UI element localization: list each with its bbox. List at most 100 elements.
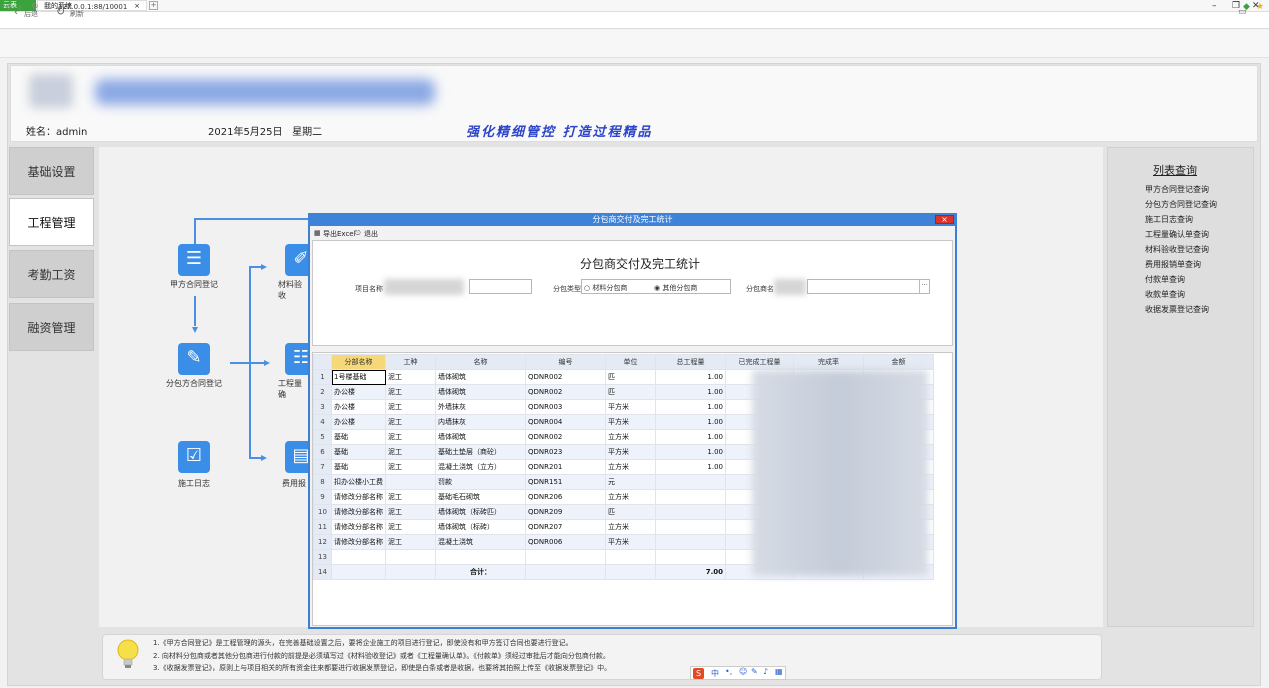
radio-other-subcontractor[interactable]: ◉ 其他分包商 [654, 283, 697, 293]
cell-code[interactable]: QDNR002 [525, 384, 606, 400]
cell-name[interactable]: 墙体砌筑 [435, 384, 526, 400]
cell-total-qty[interactable]: 1.00 [655, 399, 726, 415]
cell-unit[interactable]: 平方米 [605, 534, 656, 550]
flow-label[interactable]: 分包方合同登记 [158, 378, 230, 389]
cell-part[interactable]: 办公楼 [331, 399, 386, 415]
cell-name[interactable]: 罚款 [435, 474, 526, 490]
column-header[interactable]: 单位 [605, 354, 656, 370]
cell-unit[interactable] [605, 549, 656, 565]
export-excel-icon[interactable]: ▦ [314, 229, 321, 237]
query-link[interactable]: 施工日志查询 [1145, 214, 1193, 225]
cell-total-qty[interactable]: 1.00 [655, 444, 726, 460]
query-link[interactable]: 工程量确认单查询 [1145, 229, 1209, 240]
sogou-icon[interactable]: S [693, 668, 704, 679]
column-header[interactable]: 金额 [863, 354, 934, 370]
project-name-input[interactable] [469, 279, 532, 294]
cell-unit[interactable]: 立方米 [605, 429, 656, 445]
cell-work[interactable]: 泥工 [385, 504, 436, 520]
refresh-icon[interactable]: ↻ [56, 5, 65, 18]
refresh-button[interactable]: 刷新 [70, 9, 84, 19]
cell-total-qty[interactable]: 1.00 [655, 414, 726, 430]
query-link[interactable]: 费用报销单查询 [1145, 259, 1201, 270]
ime-grid-icon[interactable]: ▦ [775, 667, 783, 676]
query-link[interactable]: 收款单查询 [1145, 289, 1185, 300]
cell-unit[interactable]: 匹 [605, 369, 656, 385]
cell-name[interactable]: 混凝土浇筑（立方） [435, 459, 526, 475]
cell-code[interactable] [525, 564, 606, 580]
query-link[interactable]: 收据发票登记查询 [1145, 304, 1209, 315]
back-arrow-icon[interactable]: ‹ [14, 7, 18, 18]
cell-work[interactable]: 泥工 [385, 489, 436, 505]
column-header[interactable]: 分部名称 [331, 354, 386, 370]
cell-total-qty[interactable] [655, 489, 726, 505]
cell-name[interactable]: 墙体砌筑（标砖匹） [435, 504, 526, 520]
query-link[interactable]: 甲方合同登记查询 [1145, 184, 1209, 195]
ime-punct-icon[interactable]: •, [725, 667, 732, 676]
sidebar-item-attendance-salary[interactable]: 考勤工资 [9, 250, 94, 298]
column-header[interactable]: 工种 [385, 354, 436, 370]
cell-work[interactable]: 泥工 [385, 369, 436, 385]
sidebar-item-finance[interactable]: 融资管理 [9, 303, 94, 351]
cell-code[interactable]: QDNR004 [525, 414, 606, 430]
bookmark-star-icon[interactable]: ★ [1256, 2, 1264, 12]
cell-code[interactable]: QDNR201 [525, 459, 606, 475]
dialog-close-button[interactable]: × [935, 215, 954, 224]
home-icon[interactable]: ⌂ [44, 2, 50, 12]
cell-code[interactable]: QDNR206 [525, 489, 606, 505]
cell-unit[interactable]: 立方米 [605, 489, 656, 505]
flow-label[interactable]: 材料验收 [278, 279, 308, 301]
cell-work[interactable]: 泥工 [385, 414, 436, 430]
cell-total-qty[interactable] [655, 519, 726, 535]
cell-total-qty[interactable]: 7.00 [655, 564, 726, 580]
flow-label[interactable]: 甲方合同登记 [162, 279, 226, 290]
cell-unit[interactable]: 立方米 [605, 459, 656, 475]
cell-name[interactable]: 基础土垫层（商砼） [435, 444, 526, 460]
subcontract-register-icon[interactable]: ✎ [178, 343, 210, 375]
cell-part[interactable]: 基础 [331, 429, 386, 445]
cell-code[interactable]: QDNR002 [525, 429, 606, 445]
cell-work[interactable] [385, 564, 436, 580]
cell-name[interactable]: 合计： [435, 564, 526, 580]
sidebar-item-basic-settings[interactable]: 基础设置 [9, 147, 94, 195]
cell-work[interactable]: 泥工 [385, 519, 436, 535]
cell-total-qty[interactable] [655, 474, 726, 490]
display-icon[interactable]: ▭ [1238, 7, 1247, 17]
cell-name[interactable]: 墙体砌筑（标砖） [435, 519, 526, 535]
construction-log-icon[interactable]: ☑ [178, 441, 210, 473]
cell-part[interactable]: 1号楼基础 [331, 369, 386, 385]
cell-unit[interactable]: 平方米 [605, 399, 656, 415]
cell-part[interactable]: 办公楼 [331, 414, 386, 430]
ime-chinese-mode[interactable]: 中 [711, 668, 719, 679]
back-icon[interactable]: ‹ [6, 2, 10, 13]
cell-unit[interactable]: 元 [605, 474, 656, 490]
exit-button[interactable]: 退出 [364, 229, 378, 239]
cell-code[interactable]: QDNR207 [525, 519, 606, 535]
cell-name[interactable]: 墙体砌筑 [435, 369, 526, 385]
cell-part[interactable]: 请修改分部名称 [331, 504, 386, 520]
cell-name[interactable]: 混凝土浇筑 [435, 534, 526, 550]
cell-work[interactable]: 泥工 [385, 444, 436, 460]
cell-name[interactable]: 外墙抹灰 [435, 399, 526, 415]
cell-code[interactable]: QDNR002 [525, 369, 606, 385]
cell-work[interactable]: 泥工 [385, 429, 436, 445]
cell-total-qty[interactable] [655, 549, 726, 565]
cell-name[interactable] [435, 549, 526, 565]
cell-work[interactable]: 泥工 [385, 399, 436, 415]
cell-code[interactable]: QDNR006 [525, 534, 606, 550]
cell-unit[interactable]: 匹 [605, 504, 656, 520]
subcontractor-name-input[interactable] [807, 279, 930, 294]
cell-name[interactable]: 基础毛石砌筑 [435, 489, 526, 505]
column-header[interactable]: 名称 [435, 354, 526, 370]
column-header[interactable]: 编号 [525, 354, 606, 370]
export-excel-button[interactable]: 导出Excel [323, 229, 356, 239]
cell-work[interactable] [385, 549, 436, 565]
column-header[interactable]: 总工程量 [655, 354, 726, 370]
cell-total-qty[interactable]: 1.00 [655, 459, 726, 475]
cell-work[interactable] [385, 474, 436, 490]
cell-part[interactable]: 办公楼 [331, 384, 386, 400]
cell-part[interactable]: 请修改分部名称 [331, 519, 386, 535]
cell-total-qty[interactable]: 1.00 [655, 429, 726, 445]
cell-work[interactable]: 泥工 [385, 459, 436, 475]
cell-code[interactable]: QDNR023 [525, 444, 606, 460]
ime-mic-icon[interactable]: ♪ [763, 667, 768, 676]
